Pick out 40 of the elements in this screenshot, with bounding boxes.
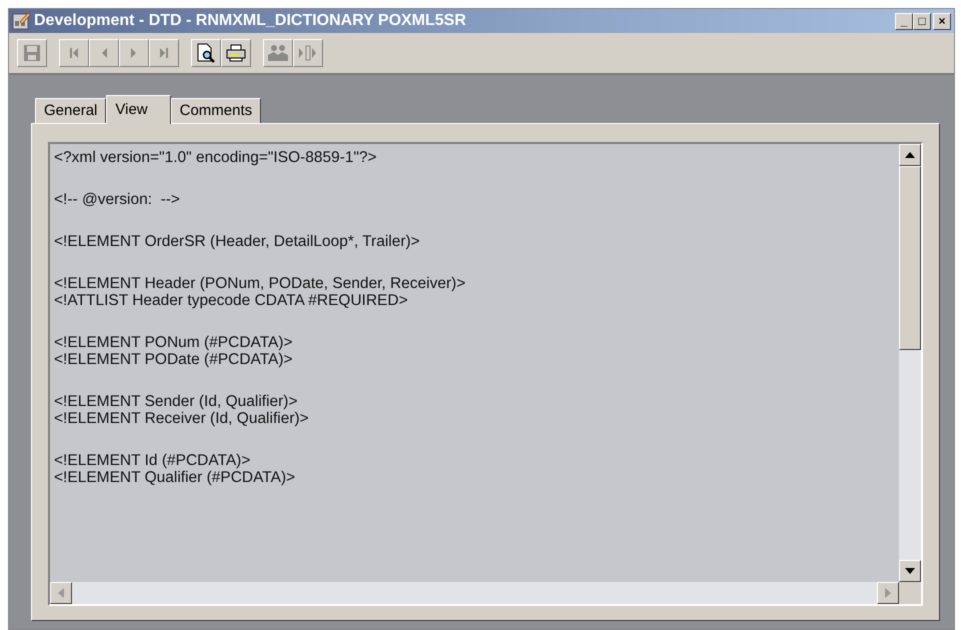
code-line: <!ELEMENT Receiver (Id, Qualifier)> — [54, 410, 310, 427]
window-title: Development - DTD - RNMXML_DICTIONARY POXML5SR — [34, 12, 468, 30]
scroll-up-button[interactable] — [899, 144, 921, 166]
toolbar-button[interactable] — [191, 39, 221, 67]
caret-left-icon — [101, 47, 107, 59]
caret-right-icon — [884, 588, 892, 598]
code-line: <!ATTLIST Header typecode CDATA #REQUIRED> — [54, 292, 409, 309]
caret-down-icon — [905, 567, 915, 575]
caret-up-icon — [905, 151, 915, 159]
vertical-scrollbar[interactable] — [899, 144, 921, 582]
toolbar-button[interactable] — [221, 39, 251, 67]
print-preview-icon — [196, 43, 216, 63]
code-line: <!ELEMENT Sender (Id, Qualifier)> — [54, 393, 299, 410]
scroll-left-button[interactable] — [50, 582, 72, 604]
code-line: <!-- @version: --> — [54, 191, 181, 208]
tab[interactable]: View — [106, 95, 171, 124]
code-line: <!ELEMENT OrderSR (Header, DetailLoop*, Trailer)> — [54, 233, 421, 250]
caret-left-icon — [57, 588, 65, 598]
scroll-down-button[interactable] — [899, 560, 921, 582]
horizontal-scrollbar[interactable] — [50, 582, 899, 604]
scroll-right-button[interactable] — [877, 582, 899, 604]
split-arrows-icon — [298, 45, 318, 61]
pencil-document-icon — [12, 12, 30, 30]
code-line: <!ELEMENT PONum (#PCDATA)> — [54, 334, 294, 351]
skip-first-icon — [69, 47, 79, 59]
minimize-button[interactable]: _ — [895, 12, 913, 30]
code-line: <?xml version="1.0" encoding="ISO-8859-1"?> — [54, 149, 378, 166]
printer-icon — [226, 44, 246, 62]
close-button[interactable]: × — [933, 12, 951, 30]
code-line: <!ELEMENT Header (PONum, PODate, Sender, Receiver)> — [54, 275, 466, 292]
scrollbar-thumb[interactable] — [899, 166, 921, 350]
skip-last-icon — [159, 47, 169, 59]
tab[interactable]: General — [35, 98, 106, 123]
tab[interactable]: Comments — [170, 98, 262, 123]
code-line: <!ELEMENT PODate (#PCDATA)> — [54, 351, 294, 368]
code-line: <!ELEMENT Id (#PCDATA)> — [54, 452, 252, 469]
maximize-button[interactable]: □ — [913, 12, 931, 30]
people-icon — [267, 44, 289, 62]
code-line: <!ELEMENT Qualifier (#PCDATA)> — [54, 469, 296, 486]
caret-right-icon — [131, 47, 137, 59]
